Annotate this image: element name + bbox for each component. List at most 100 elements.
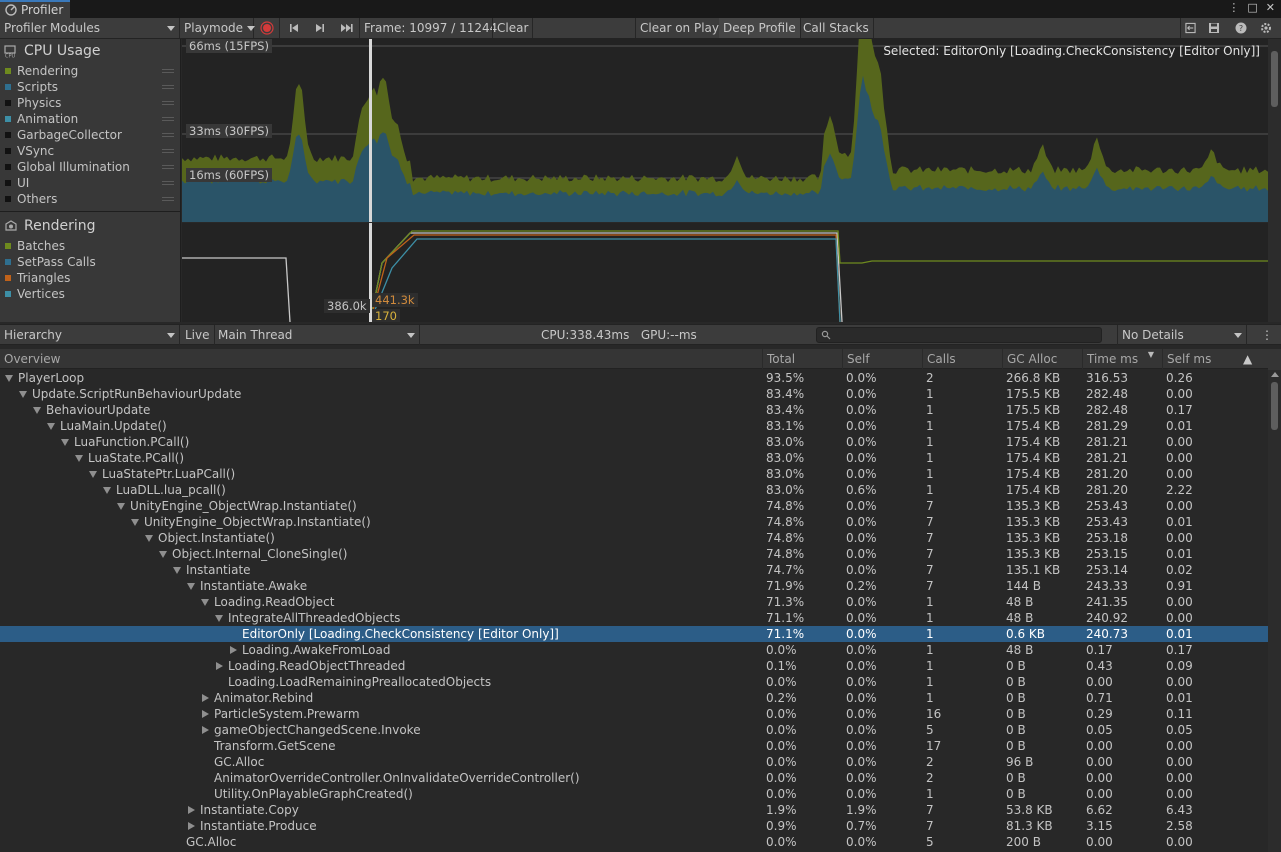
- table-row[interactable]: UnityEngine_ObjectWrap.Instantiate() 74.8…: [0, 514, 1268, 530]
- legend-color-swatch[interactable]: [5, 275, 11, 281]
- table-row[interactable]: Loading.AwakeFromLoad 0.0% 0.0% 1 48 B 0.17 0.…: [0, 642, 1268, 658]
- clear-button[interactable]: Clear: [492, 18, 534, 38]
- cpu-usage-chart[interactable]: 66ms (15FPS) 33ms (30FPS) 16ms (60FPS) S…: [182, 39, 1268, 222]
- table-row[interactable]: IntegrateAllThreadedObjects 71.1% 0.0% 1 48 …: [0, 610, 1268, 626]
- legend-color-swatch[interactable]: [5, 68, 11, 74]
- table-row[interactable]: Instantiate 74.7% 0.0% 7 135.1 KB 253.14 0.02: [0, 562, 1268, 578]
- hierarchy-scrollbar[interactable]: [1268, 370, 1281, 852]
- maximize-icon[interactable]: □: [1247, 1, 1257, 14]
- rendering-legend-item[interactable]: SetPass Calls: [0, 254, 180, 270]
- table-row[interactable]: Object.Instantiate() 74.8% 0.0% 7 135.3 KB 25…: [0, 530, 1268, 546]
- column-self[interactable]: Self: [842, 349, 922, 369]
- legend-color-swatch[interactable]: [5, 291, 11, 297]
- frame-cursor[interactable]: [369, 39, 372, 222]
- current-frame-button[interactable]: [334, 18, 360, 38]
- cpu-usage-header[interactable]: CPU CPU Usage: [0, 39, 180, 63]
- expand-toggle[interactable]: [214, 661, 224, 671]
- close-icon[interactable]: ✕: [1266, 1, 1275, 14]
- expand-toggle[interactable]: [228, 645, 238, 655]
- cpu-usage-graph[interactable]: [182, 39, 1268, 222]
- call-stacks-toggle[interactable]: Call Stacks: [799, 18, 874, 38]
- rendering-legend-item[interactable]: Triangles: [0, 270, 180, 286]
- table-row[interactable]: GC.Alloc 0.0% 0.0% 2 96 B 0.00 0.00: [0, 754, 1268, 770]
- table-row[interactable]: Instantiate.Copy 1.9% 1.9% 7 53.8 KB 6.62 6.43: [0, 802, 1268, 818]
- expand-toggle[interactable]: [144, 533, 154, 543]
- more-menu-icon[interactable]: ⋮: [1228, 1, 1239, 14]
- table-row[interactable]: LuaState.PCall() 83.0% 0.0% 1 175.4 KB 281.21…: [0, 450, 1268, 466]
- legend-color-swatch[interactable]: [5, 196, 11, 202]
- drag-handle-icon[interactable]: [162, 133, 174, 137]
- expand-toggle[interactable]: [186, 805, 196, 815]
- charts-scrollbar[interactable]: [1268, 39, 1281, 322]
- table-row[interactable]: AnimatorOverrideController.OnInvalidateO…: [0, 770, 1268, 786]
- drag-handle-icon[interactable]: [162, 101, 174, 105]
- expand-toggle[interactable]: [214, 613, 224, 623]
- table-row[interactable]: Update.ScriptRunBehaviourUpdate 83.4% 0.0%…: [0, 386, 1268, 402]
- record-button[interactable]: [254, 18, 280, 38]
- drag-handle-icon[interactable]: [162, 117, 174, 121]
- cpu-legend-item[interactable]: GarbageCollector: [0, 127, 180, 143]
- rendering-legend-item[interactable]: Batches: [0, 238, 180, 254]
- legend-color-swatch[interactable]: [5, 132, 11, 138]
- table-row[interactable]: Transform.GetScene 0.0% 0.0% 17 0 B 0.00 0.00: [0, 738, 1268, 754]
- legend-color-swatch[interactable]: [5, 164, 11, 170]
- scrollbar-thumb[interactable]: [1271, 382, 1278, 430]
- scrollbar-thumb[interactable]: [1271, 51, 1278, 107]
- table-row[interactable]: Loading.ReadObjectThreaded 0.1% 0.0% 1 0 B 0.…: [0, 658, 1268, 674]
- cpu-legend-item[interactable]: Scripts: [0, 79, 180, 95]
- cpu-legend-item[interactable]: Global Illumination: [0, 159, 180, 175]
- column-gc-alloc[interactable]: GC Alloc: [1002, 349, 1082, 369]
- help-button[interactable]: ?: [1231, 18, 1251, 38]
- hierarchy-options-button[interactable]: ⋮: [1258, 325, 1276, 345]
- cpu-legend-item[interactable]: Physics: [0, 95, 180, 111]
- rendering-chart[interactable]: 386.0k 441.3k 170: [182, 223, 1268, 322]
- expand-toggle[interactable]: [158, 549, 168, 559]
- table-row[interactable]: GC.Alloc 0.0% 0.0% 5 200 B 0.00 0.00: [0, 834, 1268, 850]
- table-row[interactable]: UnityEngine_ObjectWrap.Instantiate() 74.8…: [0, 498, 1268, 514]
- expand-toggle[interactable]: [102, 485, 112, 495]
- expand-toggle[interactable]: [172, 565, 182, 575]
- cpu-legend-item[interactable]: Others: [0, 191, 180, 207]
- table-row[interactable]: ParticleSystem.Prewarm 0.0% 0.0% 16 0 B 0.29 0…: [0, 706, 1268, 722]
- legend-color-swatch[interactable]: [5, 148, 11, 154]
- table-row[interactable]: Loading.ReadObject 71.3% 0.0% 1 48 B 241.35 0.…: [0, 594, 1268, 610]
- expand-toggle[interactable]: [200, 709, 210, 719]
- column-total[interactable]: Total: [762, 349, 842, 369]
- table-row[interactable]: LuaFunction.PCall() 83.0% 0.0% 1 175.4 KB 281…: [0, 434, 1268, 450]
- next-frame-button[interactable]: [308, 18, 332, 38]
- expand-toggle[interactable]: [18, 389, 28, 399]
- expand-toggle[interactable]: [200, 597, 210, 607]
- clear-on-play-toggle[interactable]: Clear on Play: [635, 18, 724, 38]
- table-row[interactable]: Object.Internal_CloneSingle() 74.8% 0.0% 7 1…: [0, 546, 1268, 562]
- expand-toggle[interactable]: [32, 405, 42, 415]
- table-row[interactable]: Loading.LoadRemainingPreallocatedObjects…: [0, 674, 1268, 690]
- expand-toggle[interactable]: [186, 821, 196, 831]
- rendering-module[interactable]: Rendering Batches SetPass Calls Triangles V…: [0, 214, 180, 302]
- drag-handle-icon[interactable]: [162, 149, 174, 153]
- expand-toggle[interactable]: [186, 581, 196, 591]
- previous-frame-button[interactable]: [282, 18, 306, 38]
- expand-toggle[interactable]: [74, 453, 84, 463]
- drag-handle-icon[interactable]: [162, 165, 174, 169]
- column-self-ms[interactable]: Self ms ▲: [1162, 349, 1268, 369]
- table-row[interactable]: BehaviourUpdate 83.4% 0.0% 1 175.5 KB 282.48 0…: [0, 402, 1268, 418]
- table-row[interactable]: Instantiate.Produce 0.9% 0.7% 7 81.3 KB 3.15 2…: [0, 818, 1268, 834]
- drag-handle-icon[interactable]: [162, 197, 174, 201]
- expand-toggle[interactable]: [4, 373, 14, 383]
- cpu-legend-item[interactable]: VSync: [0, 143, 180, 159]
- search-field[interactable]: [816, 327, 1102, 343]
- legend-color-swatch[interactable]: [5, 259, 11, 265]
- table-row-selected[interactable]: EditorOnly [Loading.CheckConsistency [Ed…: [0, 626, 1268, 642]
- column-overview[interactable]: Overview: [0, 349, 762, 369]
- expand-toggle[interactable]: [116, 501, 126, 511]
- legend-color-swatch[interactable]: [5, 84, 11, 90]
- column-time-ms[interactable]: Time ms ▼: [1082, 349, 1162, 369]
- rendering-legend-item[interactable]: Vertices: [0, 286, 180, 302]
- cpu-legend-item[interactable]: UI: [0, 175, 180, 191]
- expand-toggle[interactable]: [88, 469, 98, 479]
- live-toggle[interactable]: Live: [181, 325, 215, 345]
- profiler-tab[interactable]: Profiler: [0, 0, 70, 18]
- drag-handle-icon[interactable]: [162, 181, 174, 185]
- details-dropdown[interactable]: No Details: [1117, 325, 1247, 345]
- expand-toggle[interactable]: [130, 517, 140, 527]
